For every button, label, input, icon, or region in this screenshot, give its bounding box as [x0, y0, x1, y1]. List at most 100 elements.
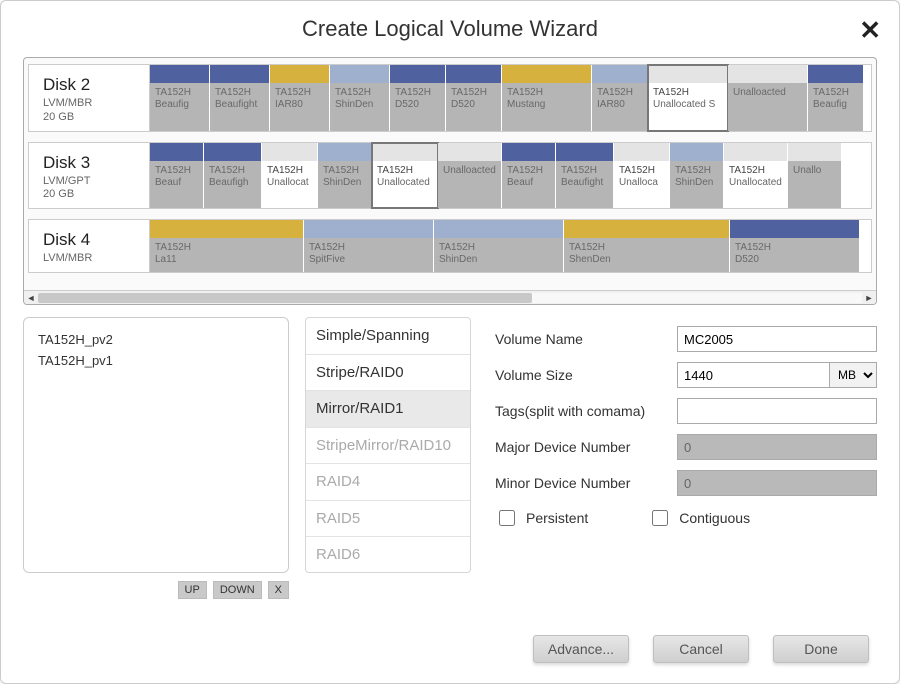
partition[interactable]: TA152HBeaufight [210, 65, 270, 131]
disk-row: Disk 3LVM/GPT20 GBTA152HBeaufTA152HBeauf… [28, 142, 872, 210]
partition-body: TA152HD520 [446, 83, 501, 131]
titlebar: Create Logical Volume Wizard ✕ [1, 1, 899, 57]
partition-header [502, 143, 555, 161]
pv-list-panel[interactable]: TA152H_pv2TA152H_pv1 [23, 317, 289, 573]
partition[interactable]: TA152HShinDen [330, 65, 390, 131]
scroll-track[interactable] [38, 293, 862, 303]
advance-button[interactable]: Advance... [533, 635, 629, 663]
raid-level-item: RAID6 [306, 537, 470, 573]
raid-level-item: StripeMirror/RAID10 [306, 428, 470, 465]
partition-body: TA152HBeaufight [210, 83, 269, 131]
partition[interactable]: TA152HUnalloca [614, 143, 670, 209]
partition-body: TA152HBeaufight [556, 161, 613, 209]
horizontal-scrollbar[interactable]: ◄ ► [24, 290, 876, 304]
partition-header [150, 65, 209, 83]
partition[interactable]: Unalloacted [438, 143, 502, 209]
partition[interactable]: Unallo [788, 143, 842, 209]
disk-partitions: TA152HBeaufTA152HBeaufighTA152HUnallocat… [150, 142, 872, 210]
disk-meta: LVM/MBR [43, 252, 139, 266]
partition-header [434, 220, 563, 238]
persistent-checkbox-wrap[interactable]: Persistent [495, 507, 588, 529]
partition[interactable]: TA152HBeaufig [150, 65, 210, 131]
scroll-thumb[interactable] [38, 293, 532, 303]
partition[interactable]: TA152HShinDen [318, 143, 372, 209]
scroll-right-icon[interactable]: ► [862, 292, 876, 304]
partition[interactable]: TA152HBeauf [502, 143, 556, 209]
raid-level-item[interactable]: Mirror/RAID1 [306, 391, 470, 428]
disk-header[interactable]: Disk 4LVM/MBR [28, 219, 150, 273]
contiguous-checkbox[interactable] [652, 510, 668, 526]
partition[interactable]: TA152HUnallocated S [648, 65, 728, 131]
dialog-title: Create Logical Volume Wizard [302, 16, 598, 42]
partition-body: TA152HBeaufigh [204, 161, 261, 209]
major-device-label: Major Device Number [495, 439, 677, 455]
partition[interactable]: TA152HShenDen [564, 220, 730, 272]
partition[interactable]: TA152HIAR80 [270, 65, 330, 131]
disk-header[interactable]: Disk 2LVM/MBR20 GB [28, 64, 150, 132]
volume-name-input[interactable] [677, 326, 877, 352]
done-button[interactable]: Done [773, 635, 869, 663]
pv-item[interactable]: TA152H_pv1 [38, 351, 274, 372]
partition-body: TA152HUnallocated [372, 161, 437, 209]
partition[interactable]: TA152HIAR80 [592, 65, 648, 131]
partition[interactable]: TA152HD520 [446, 65, 502, 131]
disk-name: Disk 2 [43, 75, 139, 95]
persistent-checkbox[interactable] [499, 510, 515, 526]
partition-body: TA152HUnallocated [724, 161, 787, 209]
partition[interactable]: TA152HUnallocat [262, 143, 318, 209]
partition-body: Unalloacted [728, 83, 807, 131]
disk-header[interactable]: Disk 3LVM/GPT20 GB [28, 142, 150, 210]
partition[interactable]: TA152HShinDen [670, 143, 724, 209]
partition-header [648, 65, 727, 83]
partition-header [556, 143, 613, 161]
partition-body: TA152HShinDen [330, 83, 389, 131]
partition-header [592, 65, 647, 83]
disk-partitions: TA152HLa11TA152HSpitFiveTA152HShinDenTA1… [150, 219, 872, 273]
up-button[interactable]: UP [178, 581, 207, 599]
partition-body: TA152HBeauf [150, 161, 203, 209]
partition-body: TA152HShinDen [670, 161, 723, 209]
partition-header [724, 143, 787, 161]
disk-name: Disk 3 [43, 153, 139, 173]
partition[interactable]: TA152HSpitFive [304, 220, 434, 272]
contiguous-checkbox-wrap[interactable]: Contiguous [648, 507, 750, 529]
partition-body: TA152HBeaufig [808, 83, 863, 131]
volume-size-input[interactable] [677, 362, 830, 388]
scroll-left-icon[interactable]: ◄ [24, 292, 38, 304]
partition[interactable]: TA152HBeaufig [808, 65, 864, 131]
partition[interactable]: TA152HBeaufight [556, 143, 614, 209]
partition[interactable]: TA152HBeauf [150, 143, 204, 209]
disk-row: Disk 4LVM/MBRTA152HLa11TA152HSpitFiveTA1… [28, 219, 872, 273]
partition[interactable]: TA152HShinDen [434, 220, 564, 272]
raid-level-item[interactable]: Simple/Spanning [306, 318, 470, 355]
partition[interactable]: TA152HUnallocated [372, 143, 438, 209]
disk-partitions: TA152HBeaufigTA152HBeaufightTA152HIAR80T… [150, 64, 872, 132]
partition-header [446, 65, 501, 83]
partition[interactable]: TA152HLa11 [150, 220, 304, 272]
partition[interactable]: TA152HMustang [502, 65, 592, 131]
down-button[interactable]: DOWN [213, 581, 262, 599]
partition-body: TA152HD520 [730, 238, 859, 272]
partition-header [150, 220, 303, 238]
size-unit-select[interactable]: MB [830, 362, 877, 388]
form-panel: Volume Name Volume Size MB Tags(split wi… [487, 317, 877, 599]
partition-header [270, 65, 329, 83]
remove-button[interactable]: X [268, 581, 289, 599]
partition[interactable]: TA152HD520 [730, 220, 860, 272]
tags-input[interactable] [677, 398, 877, 424]
partition[interactable]: TA152HUnallocated [724, 143, 788, 209]
partition-header [730, 220, 859, 238]
partition[interactable]: TA152HD520 [390, 65, 446, 131]
partition-body: Unalloacted [438, 161, 501, 209]
partition[interactable]: TA152HBeaufigh [204, 143, 262, 209]
cancel-button[interactable]: Cancel [653, 635, 749, 663]
partition-body: TA152HUnallocat [262, 161, 317, 209]
partition[interactable]: Unalloacted [728, 65, 808, 131]
disks-scroll[interactable]: Disk 2LVM/MBR20 GBTA152HBeaufigTA152HBea… [24, 58, 876, 305]
major-device-input [677, 434, 877, 460]
pv-item[interactable]: TA152H_pv2 [38, 330, 274, 351]
volume-name-label: Volume Name [495, 331, 677, 347]
disk-meta: LVM/GPT20 GB [43, 175, 139, 203]
close-icon[interactable]: ✕ [859, 15, 881, 46]
raid-level-item[interactable]: Stripe/RAID0 [306, 355, 470, 392]
